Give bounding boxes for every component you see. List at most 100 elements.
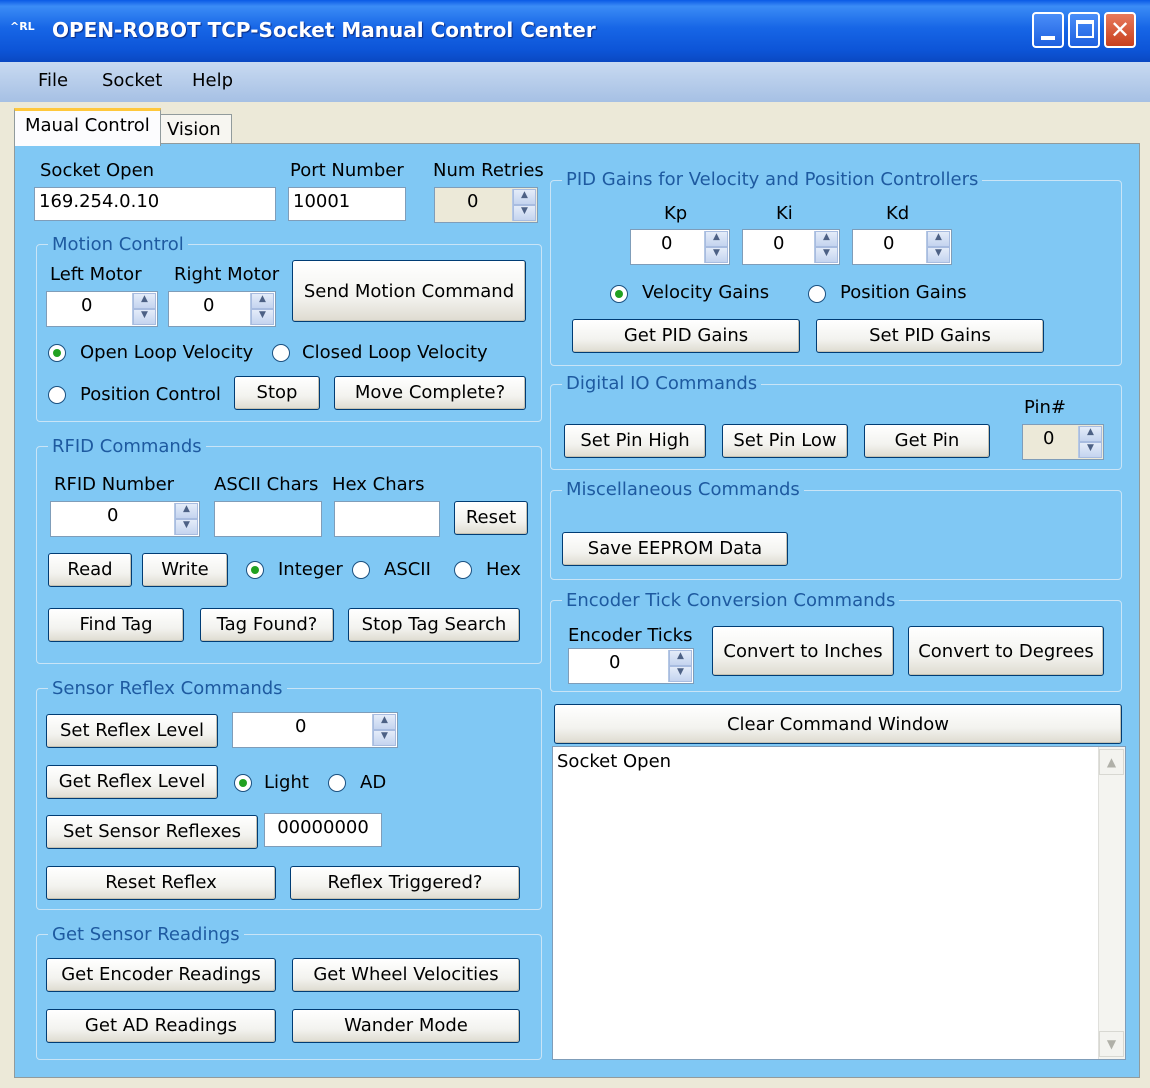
position-control-radio[interactable] <box>48 386 66 404</box>
rfid-read-button[interactable]: Read <box>48 553 132 587</box>
set-reflex-level-button[interactable]: Set Reflex Level <box>46 714 218 748</box>
chevron-up-icon[interactable]: ▲ <box>513 189 536 205</box>
chevron-down-icon[interactable]: ▼ <box>669 666 692 682</box>
get-pin-button[interactable]: Get Pin <box>864 424 990 458</box>
rfid-number-value: 0 <box>107 505 119 526</box>
chevron-up-icon[interactable]: ▲ <box>251 293 274 309</box>
right-motor-stepper[interactable]: ▲ ▼ <box>250 293 274 325</box>
chevron-down-icon[interactable]: ▼ <box>927 247 950 263</box>
chevron-up-icon[interactable]: ▲ <box>1079 426 1102 442</box>
set-sensor-reflexes-button[interactable]: Set Sensor Reflexes <box>46 815 258 849</box>
ascii-chars-field[interactable] <box>214 501 322 537</box>
ip-address-field[interactable]: 169.254.0.10 <box>34 187 276 221</box>
encoder-ticks-value: 0 <box>609 652 621 673</box>
ascii-label: ASCII <box>384 559 431 580</box>
save-eeprom-button[interactable]: Save EEPROM Data <box>562 532 788 566</box>
title-bar[interactable]: ^RL OPEN-ROBOT TCP-Socket Manual Control… <box>0 0 1150 62</box>
left-motor-value: 0 <box>81 295 93 316</box>
chevron-up-icon[interactable]: ▲ <box>373 714 396 730</box>
app-icon: ^RL <box>10 20 35 33</box>
menu-socket[interactable]: Socket <box>102 70 162 91</box>
tab-manual-control[interactable]: Maual Control <box>14 108 161 146</box>
scroll-down-icon[interactable]: ▼ <box>1099 1031 1124 1057</box>
menu-help[interactable]: Help <box>192 70 233 91</box>
kp-stepper[interactable]: ▲ ▼ <box>704 231 728 263</box>
chevron-down-icon[interactable]: ▼ <box>251 309 274 325</box>
chevron-up-icon[interactable]: ▲ <box>927 231 950 247</box>
rfid-number-stepper[interactable]: ▲ ▼ <box>174 503 198 535</box>
tag-found-button[interactable]: Tag Found? <box>200 608 334 642</box>
pin-number-label: Pin# <box>1024 397 1066 418</box>
ascii-radio[interactable] <box>352 561 370 579</box>
rfid-write-button[interactable]: Write <box>142 553 228 587</box>
num-retries-label: Num Retries <box>433 160 544 181</box>
command-window-scrollbar[interactable] <box>1098 747 1125 1059</box>
reflex-level-value: 0 <box>295 716 307 737</box>
get-wheel-velocities-button[interactable]: Get Wheel Velocities <box>292 958 520 992</box>
reset-reflex-button[interactable]: Reset Reflex <box>46 866 276 900</box>
kd-stepper[interactable]: ▲ ▼ <box>926 231 950 263</box>
set-pin-high-button[interactable]: Set Pin High <box>564 424 706 458</box>
get-encoder-readings-button[interactable]: Get Encoder Readings <box>46 958 276 992</box>
reflex-triggered-button[interactable]: Reflex Triggered? <box>290 866 520 900</box>
get-reflex-level-button[interactable]: Get Reflex Level <box>46 765 218 799</box>
clear-command-window-button[interactable]: Clear Command Window <box>554 704 1122 744</box>
wander-mode-button[interactable]: Wander Mode <box>292 1009 520 1043</box>
tab-vision[interactable]: Vision <box>156 114 232 144</box>
ki-stepper[interactable]: ▲ ▼ <box>814 231 838 263</box>
chevron-down-icon[interactable]: ▼ <box>705 247 728 263</box>
reflex-level-stepper[interactable]: ▲ ▼ <box>372 714 396 746</box>
hex-chars-field[interactable] <box>334 501 440 537</box>
close-button[interactable]: ✕ <box>1104 12 1136 48</box>
find-tag-button[interactable]: Find Tag <box>48 608 184 642</box>
closed-loop-velocity-label: Closed Loop Velocity <box>302 342 488 363</box>
chevron-down-icon[interactable]: ▼ <box>815 247 838 263</box>
get-pid-gains-button[interactable]: Get PID Gains <box>572 319 800 353</box>
velocity-gains-radio[interactable] <box>610 285 628 303</box>
convert-to-inches-button[interactable]: Convert to Inches <box>712 626 894 676</box>
ad-radio[interactable] <box>328 774 346 792</box>
pin-number-stepper[interactable]: ▲ ▼ <box>1078 426 1102 458</box>
chevron-down-icon[interactable]: ▼ <box>373 730 396 746</box>
stop-button[interactable]: Stop <box>234 376 320 410</box>
scroll-up-icon[interactable]: ▲ <box>1099 749 1124 775</box>
maximize-button[interactable] <box>1068 12 1100 48</box>
move-complete-button[interactable]: Move Complete? <box>334 376 526 410</box>
chevron-down-icon[interactable]: ▼ <box>133 309 156 325</box>
set-pid-gains-button[interactable]: Set PID Gains <box>816 319 1044 353</box>
minimize-button[interactable] <box>1032 12 1064 48</box>
rfid-reset-button[interactable]: Reset <box>454 501 528 535</box>
chevron-up-icon[interactable]: ▲ <box>133 293 156 309</box>
closed-loop-velocity-radio[interactable] <box>272 344 290 362</box>
maximize-icon <box>1076 20 1094 38</box>
send-motion-command-button[interactable]: Send Motion Command <box>292 260 526 322</box>
open-loop-velocity-radio[interactable] <box>48 344 66 362</box>
rfid-commands-title: RFID Commands <box>48 436 206 457</box>
command-output-window[interactable]: Socket Open <box>552 746 1126 1060</box>
num-retries-value: 0 <box>467 191 479 212</box>
left-motor-stepper[interactable]: ▲ ▼ <box>132 293 156 325</box>
num-retries-stepper[interactable]: ▲ ▼ <box>512 189 536 221</box>
menu-file[interactable]: File <box>38 70 68 91</box>
chevron-down-icon[interactable]: ▼ <box>1079 442 1102 458</box>
get-ad-readings-button[interactable]: Get AD Readings <box>46 1009 276 1043</box>
sensor-reflexes-field[interactable]: 00000000 <box>264 813 382 847</box>
hex-radio[interactable] <box>454 561 472 579</box>
chevron-up-icon[interactable]: ▲ <box>705 231 728 247</box>
light-radio[interactable] <box>234 774 252 792</box>
right-motor-label: Right Motor <box>174 264 280 285</box>
position-gains-label: Position Gains <box>840 282 967 303</box>
chevron-down-icon[interactable]: ▼ <box>513 205 536 221</box>
position-gains-radio[interactable] <box>808 285 826 303</box>
encoder-ticks-stepper[interactable]: ▲ ▼ <box>668 650 692 682</box>
integer-radio[interactable] <box>246 561 264 579</box>
chevron-up-icon[interactable]: ▲ <box>175 503 198 519</box>
convert-to-degrees-button[interactable]: Convert to Degrees <box>908 626 1104 676</box>
chevron-down-icon[interactable]: ▼ <box>175 519 198 535</box>
chevron-up-icon[interactable]: ▲ <box>669 650 692 666</box>
port-number-field[interactable]: 10001 <box>288 187 406 221</box>
chevron-up-icon[interactable]: ▲ <box>815 231 838 247</box>
set-pin-low-button[interactable]: Set Pin Low <box>722 424 848 458</box>
kp-label: Kp <box>664 203 688 224</box>
stop-tag-search-button[interactable]: Stop Tag Search <box>348 608 520 642</box>
